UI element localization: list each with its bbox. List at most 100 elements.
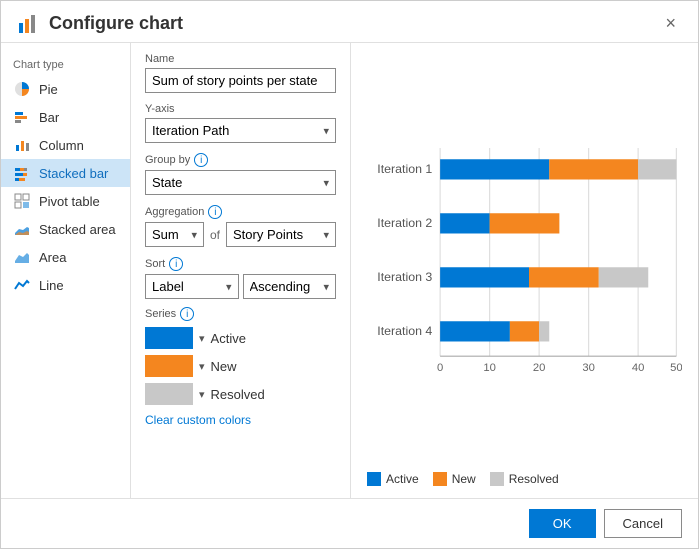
aggregation-row: Sum of Story Points [145, 222, 336, 247]
aggregation-info-icon[interactable]: i [208, 205, 222, 219]
name-input[interactable] [145, 68, 336, 93]
clear-colors-link[interactable]: Clear custom colors [145, 413, 336, 427]
agg-func-select[interactable]: Sum [145, 222, 204, 247]
name-label: Name [145, 53, 336, 65]
bar-iter4-active [440, 321, 510, 341]
sidebar-item-column[interactable]: Column [1, 131, 130, 159]
sidebar-item-stacked-bar[interactable]: Stacked bar [1, 159, 130, 187]
bar-iter1-new [549, 159, 638, 179]
aggregation-label: Aggregation [145, 206, 204, 218]
groupby-select-wrap: State [145, 170, 336, 195]
sidebar-item-stacked-area-label: Stacked area [39, 222, 116, 237]
agg-field-wrap: Story Points [226, 222, 336, 247]
pie-icon [13, 80, 31, 98]
sort-label: Sort [145, 258, 165, 270]
series-color-new[interactable] [145, 355, 193, 377]
chart-panel: Iteration 1 Iteration 2 Iteration 3 Iter… [351, 43, 698, 498]
yaxis-label: Y-axis [145, 103, 336, 115]
bar-iter1-active [440, 159, 549, 179]
series-chevron-active[interactable]: ▾ [199, 332, 205, 345]
agg-of-text: of [208, 228, 222, 242]
series-item-active: ▾ Active [145, 327, 336, 349]
cancel-button[interactable]: Cancel [604, 509, 682, 538]
legend-label-active: Active [386, 472, 419, 486]
chart-legend: Active New Resolved [367, 472, 682, 486]
bar-iter2-new [490, 213, 560, 233]
iter2-label: Iteration 2 [377, 216, 432, 230]
dialog-title: Configure chart [17, 13, 183, 35]
bar-iter3-resolved [599, 267, 649, 287]
sidebar-item-column-label: Column [39, 138, 84, 153]
bar-icon [13, 108, 31, 126]
x-tick-20: 20 [533, 362, 546, 374]
agg-field-select[interactable]: Story Points [226, 222, 336, 247]
sidebar-item-line[interactable]: Line [1, 271, 130, 299]
sidebar-item-pivot-label: Pivot table [39, 194, 100, 209]
sort-by-select[interactable]: Label [145, 274, 239, 299]
sidebar-item-pivot-table[interactable]: Pivot table [1, 187, 130, 215]
x-tick-0: 0 [437, 362, 443, 374]
x-tick-40: 40 [632, 362, 645, 374]
sort-by-wrap: Label [145, 274, 239, 299]
chart-type-label: Chart type [1, 55, 130, 75]
series-chevron-resolved[interactable]: ▾ [199, 388, 205, 401]
ok-button[interactable]: OK [529, 509, 596, 538]
config-panel: Name Y-axis Iteration Path Group by i St… [131, 43, 351, 498]
iter4-label: Iteration 4 [377, 324, 432, 338]
chart-type-sidebar: Chart type Pie [1, 43, 131, 498]
sidebar-item-line-label: Line [39, 278, 64, 293]
series-name-new: New [211, 359, 237, 374]
groupby-select[interactable]: State [145, 170, 336, 195]
series-item-new: ▾ New [145, 355, 336, 377]
column-icon [13, 136, 31, 154]
chart-area: Iteration 1 Iteration 2 Iteration 3 Iter… [367, 55, 682, 466]
dialog-title-text: Configure chart [49, 13, 183, 34]
sidebar-item-area-label: Area [39, 250, 66, 265]
dialog-footer: OK Cancel [1, 498, 698, 548]
sidebar-item-area[interactable]: Area [1, 243, 130, 271]
bar-iter4-resolved [539, 321, 549, 341]
legend-box-new [433, 472, 447, 486]
series-chevron-new[interactable]: ▾ [199, 360, 205, 373]
sort-dir-select[interactable]: Ascending [243, 274, 337, 299]
pivot-icon [13, 192, 31, 210]
bar-iter3-new [529, 267, 599, 287]
sidebar-item-pie[interactable]: Pie [1, 75, 130, 103]
sidebar-item-stacked-area[interactable]: Stacked area [1, 215, 130, 243]
groupby-info-icon[interactable]: i [194, 153, 208, 167]
legend-label-new: New [452, 472, 476, 486]
series-info-icon[interactable]: i [180, 307, 194, 321]
line-icon [13, 276, 31, 294]
legend-box-resolved [490, 472, 504, 486]
dialog-body: Chart type Pie [1, 43, 698, 498]
series-color-resolved[interactable] [145, 383, 193, 405]
legend-item-active: Active [367, 472, 419, 486]
x-tick-50: 50 [670, 362, 682, 374]
dialog-title-bar: Configure chart × [1, 1, 698, 43]
iter1-label: Iteration 1 [377, 162, 432, 176]
legend-item-new: New [433, 472, 476, 486]
bar-iter2-active [440, 213, 490, 233]
series-name-active: Active [211, 331, 246, 346]
chart-header-icon [17, 13, 39, 35]
sort-row: Label Ascending [145, 274, 336, 299]
sort-info-icon[interactable]: i [169, 257, 183, 271]
close-button[interactable]: × [659, 11, 682, 36]
bar-iter4-new [510, 321, 539, 341]
bar-iter3-active [440, 267, 529, 287]
yaxis-select-wrap: Iteration Path [145, 118, 336, 143]
chart-svg: Iteration 1 Iteration 2 Iteration 3 Iter… [367, 55, 682, 466]
stacked-area-icon [13, 220, 31, 238]
bar-iter1-resolved [638, 159, 676, 179]
yaxis-select[interactable]: Iteration Path [145, 118, 336, 143]
sidebar-item-bar[interactable]: Bar [1, 103, 130, 131]
legend-box-active [367, 472, 381, 486]
legend-label-resolved: Resolved [509, 472, 559, 486]
agg-func-wrap: Sum [145, 222, 204, 247]
sidebar-item-bar-label: Bar [39, 110, 59, 125]
series-color-active[interactable] [145, 327, 193, 349]
series-label: Series [145, 308, 176, 320]
configure-chart-dialog: Configure chart × Chart type Pie [0, 0, 699, 549]
sort-dir-wrap: Ascending [243, 274, 337, 299]
groupby-label: Group by [145, 154, 190, 166]
